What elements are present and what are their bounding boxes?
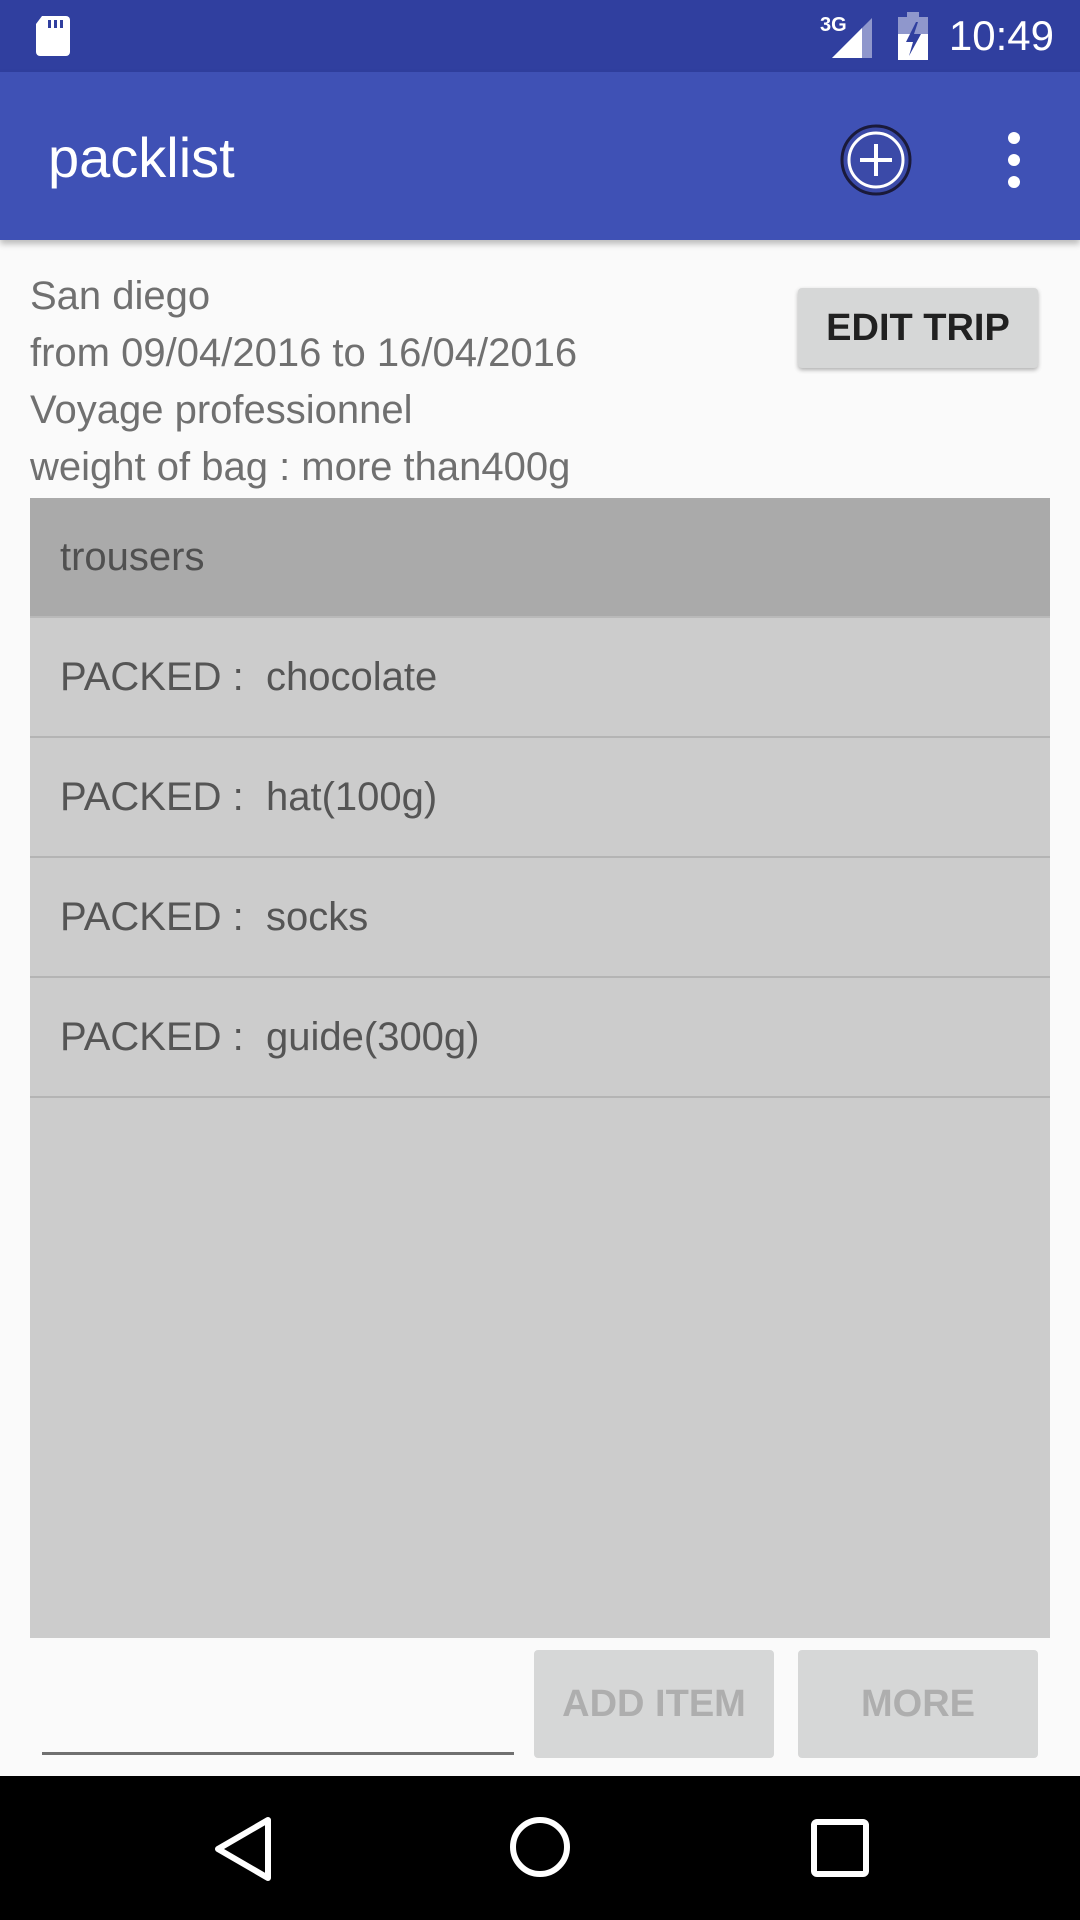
status-bar: 3G 10:49 (0, 0, 1080, 72)
list-item[interactable]: PACKED : hat(100g) (30, 738, 1050, 858)
navigation-bar (0, 1776, 1080, 1920)
add-item-button[interactable]: ADD ITEM (534, 1650, 774, 1758)
pack-list: trousers PACKED : chocolate PACKED : hat(1… (30, 498, 1050, 1638)
clock: 10:49 (948, 12, 1054, 59)
item-status: PACKED : (60, 1015, 244, 1059)
trip-type: Voyage professionnel (30, 388, 413, 432)
list-item[interactable]: PACKED : guide(300g) (30, 978, 1050, 1098)
edit-trip-button[interactable]: EDIT TRIP (798, 288, 1038, 368)
item-status: PACKED : (60, 655, 244, 699)
list-item[interactable]: PACKED : socks (30, 858, 1050, 978)
trip-dates: from 09/04/2016 to 16/04/2016 (30, 331, 578, 375)
home-icon[interactable] (506, 1812, 574, 1882)
more-button[interactable]: MORE (798, 1650, 1038, 1758)
add-circle-icon[interactable] (838, 122, 914, 198)
item-name: guide(300g) (266, 1015, 480, 1059)
item-status: PACKED : (60, 775, 244, 819)
back-icon[interactable] (210, 1814, 278, 1884)
item-status: PACKED : (60, 895, 244, 939)
app-title: packlist (48, 126, 235, 189)
app-bar: packlist (0, 72, 1080, 240)
item-name: hat(100g) (266, 775, 438, 819)
list-item[interactable]: PACKED : chocolate (30, 618, 1050, 738)
recent-apps-icon[interactable] (808, 1816, 872, 1880)
trip-weight: weight of bag : more than400g (30, 445, 571, 489)
battery-charging-icon (898, 12, 928, 60)
item-name: socks (266, 895, 369, 939)
trip-info: San diego from 09/04/2016 to 16/04/2016 … (30, 268, 790, 496)
trip-destination: San diego (30, 274, 211, 318)
list-group-header[interactable]: trousers (30, 498, 1050, 618)
overflow-menu-icon[interactable] (994, 126, 1034, 196)
signal-icon (832, 18, 872, 58)
new-item-input[interactable] (42, 1642, 514, 1755)
item-name: chocolate (266, 655, 438, 699)
sd-card-icon (36, 16, 70, 56)
